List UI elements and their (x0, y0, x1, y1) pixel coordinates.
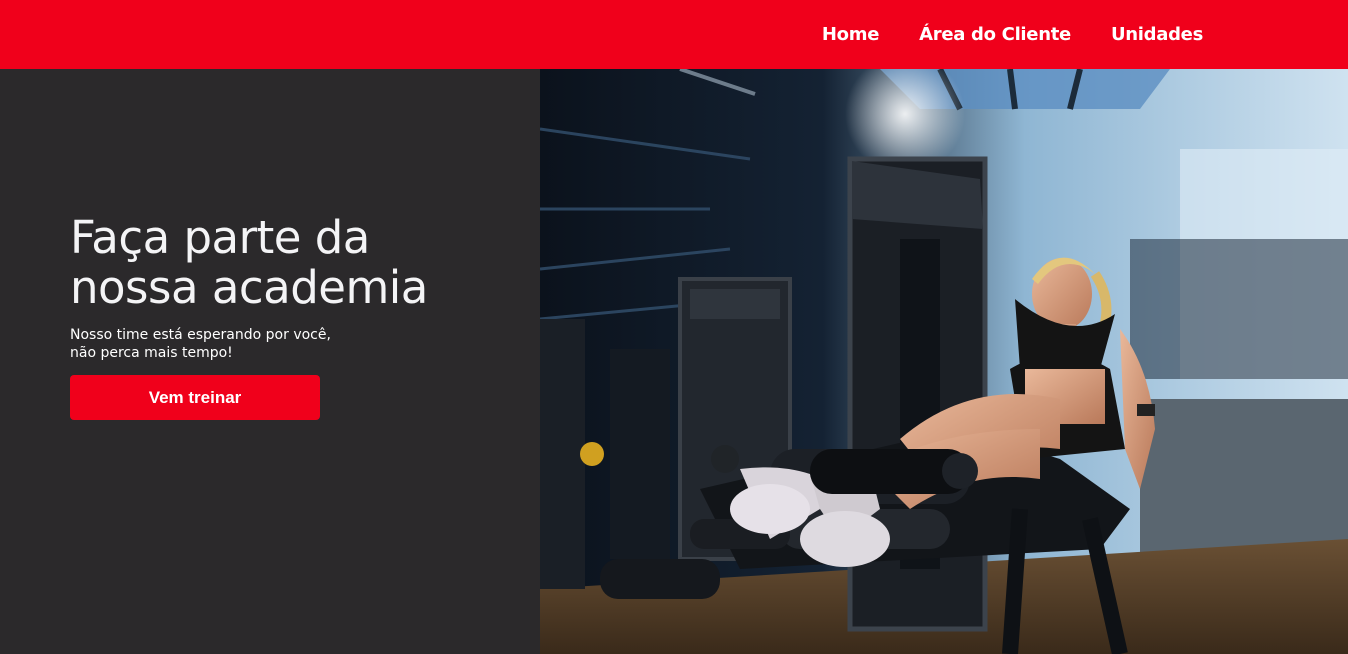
nav-home-link[interactable]: Home (822, 24, 880, 45)
top-navbar: Home Área do Cliente Unidades (0, 0, 1348, 69)
nav-client-area-link[interactable]: Área do Cliente (919, 24, 1071, 45)
hero-title-line2: nossa academia (70, 261, 428, 314)
hero-subtitle-line1: Nosso time está esperando por você, (70, 327, 331, 343)
hero-subtitle-line2: não perca mais tempo! (70, 345, 233, 361)
gym-photo-illustration (540, 69, 1348, 654)
hero-subtitle: Nosso time está esperando por você, não … (70, 326, 370, 362)
hero-title-line1: Faça parte da (70, 211, 370, 264)
main-nav: Home Área do Cliente Unidades (822, 0, 1203, 69)
hero-title: Faça parte da nossa academia (70, 213, 510, 313)
gym-photo (540, 69, 1348, 654)
cta-button[interactable]: Vem treinar (70, 375, 320, 420)
nav-units-link[interactable]: Unidades (1111, 24, 1203, 45)
